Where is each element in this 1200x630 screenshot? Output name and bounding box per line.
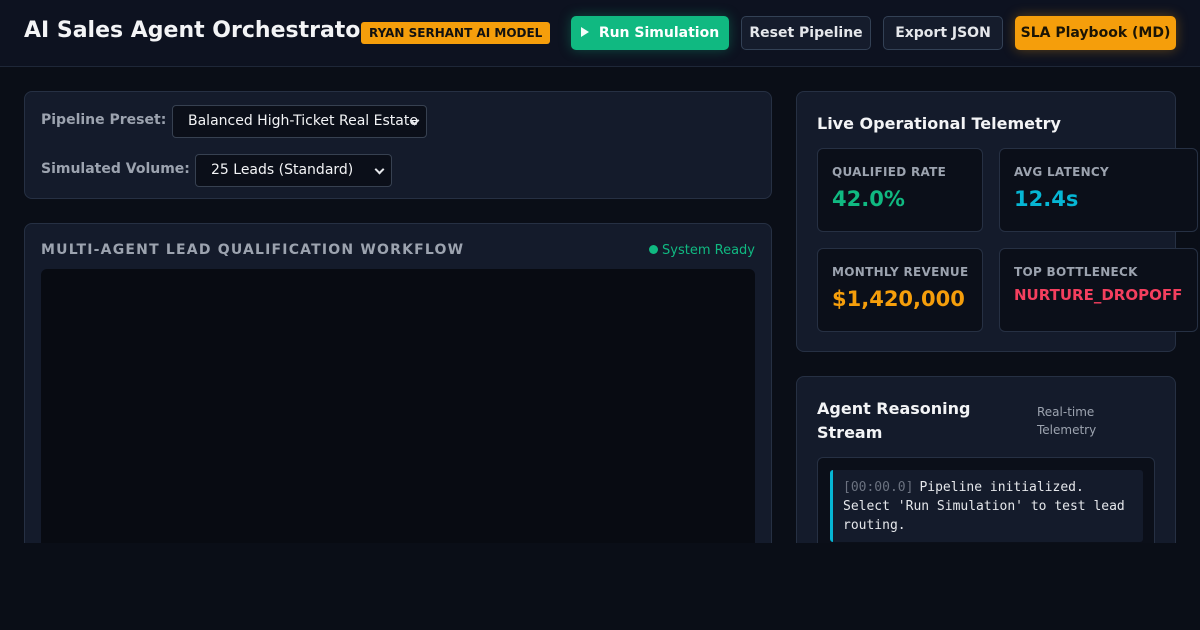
simulated-volume-value: 25 Leads (Standard) xyxy=(211,162,354,178)
metric-value: $1,420,000 xyxy=(832,287,965,311)
pipeline-preset-label: Pipeline Preset: xyxy=(41,112,167,128)
metric-label: TOP BOTTLENECK xyxy=(1014,265,1138,279)
log-timestamp: [00:00.0] xyxy=(843,480,914,495)
app-title: AI Sales Agent Orchestrator xyxy=(24,18,372,43)
metric-label: MONTHLY REVENUE xyxy=(832,265,969,279)
pipeline-config-panel: Pipeline Preset: Balanced High-Ticket Re… xyxy=(24,91,772,199)
metric-label: AVG LATENCY xyxy=(1014,165,1110,179)
run-simulation-button[interactable]: Run Simulation xyxy=(571,16,729,50)
system-status: System Ready xyxy=(649,243,755,258)
metric-qualified-rate: QUALIFIED RATE 42.0% xyxy=(817,148,983,232)
metric-top-bottleneck: TOP BOTTLENECK NURTURE_DROPOFF xyxy=(999,248,1198,332)
telemetry-panel: Live Operational Telemetry QUALIFIED RAT… xyxy=(796,91,1198,352)
system-status-text: System Ready xyxy=(662,243,755,258)
workflow-panel: MULTI-AGENT LEAD QUALIFICATION WORKFLOW … xyxy=(24,223,772,563)
reasoning-title: Agent Reasoning Stream xyxy=(817,399,971,442)
reasoning-subtitle: Real-time Telemetry xyxy=(1037,405,1097,437)
metric-monthly-revenue: MONTHLY REVENUE $1,420,000 xyxy=(817,248,983,332)
metric-value: 12.4s xyxy=(1014,187,1079,211)
metric-avg-latency: AVG LATENCY 12.4s xyxy=(999,148,1198,232)
simulated-volume-select[interactable]: 25 Leads (Standard) xyxy=(195,154,392,187)
metric-value: NURTURE_DROPOFF xyxy=(1014,286,1183,304)
play-icon xyxy=(580,27,589,37)
simulated-volume-label: Simulated Volume: xyxy=(41,161,190,177)
pipeline-preset-select[interactable]: Balanced High-Ticket Real Estate xyxy=(172,105,427,138)
chevron-down-icon xyxy=(374,164,385,175)
telemetry-title: Live Operational Telemetry xyxy=(817,114,1061,133)
model-badge: RYAN SERHANT AI MODEL xyxy=(361,22,551,44)
top-bar: AI Sales Agent Orchestrator RYAN SERHANT… xyxy=(0,0,1200,67)
export-json-button[interactable]: Export JSON xyxy=(883,16,1003,50)
log-entry: [00:00.0] Pipeline initialized. Select 'R… xyxy=(830,470,1143,542)
viewport-bottom xyxy=(0,543,1200,630)
reset-pipeline-button[interactable]: Reset Pipeline xyxy=(741,16,871,50)
workflow-title: MULTI-AGENT LEAD QUALIFICATION WORKFLOW xyxy=(41,242,465,258)
metric-value: 42.0% xyxy=(832,187,905,211)
status-dot-icon xyxy=(649,245,659,254)
run-simulation-label: Run Simulation xyxy=(598,25,720,41)
sla-playbook-button[interactable]: SLA Playbook (MD) xyxy=(1015,16,1176,50)
pipeline-preset-value: Balanced High-Ticket Real Estate xyxy=(188,113,418,129)
metric-label: QUALIFIED RATE xyxy=(832,165,947,179)
workflow-canvas[interactable] xyxy=(41,269,755,559)
